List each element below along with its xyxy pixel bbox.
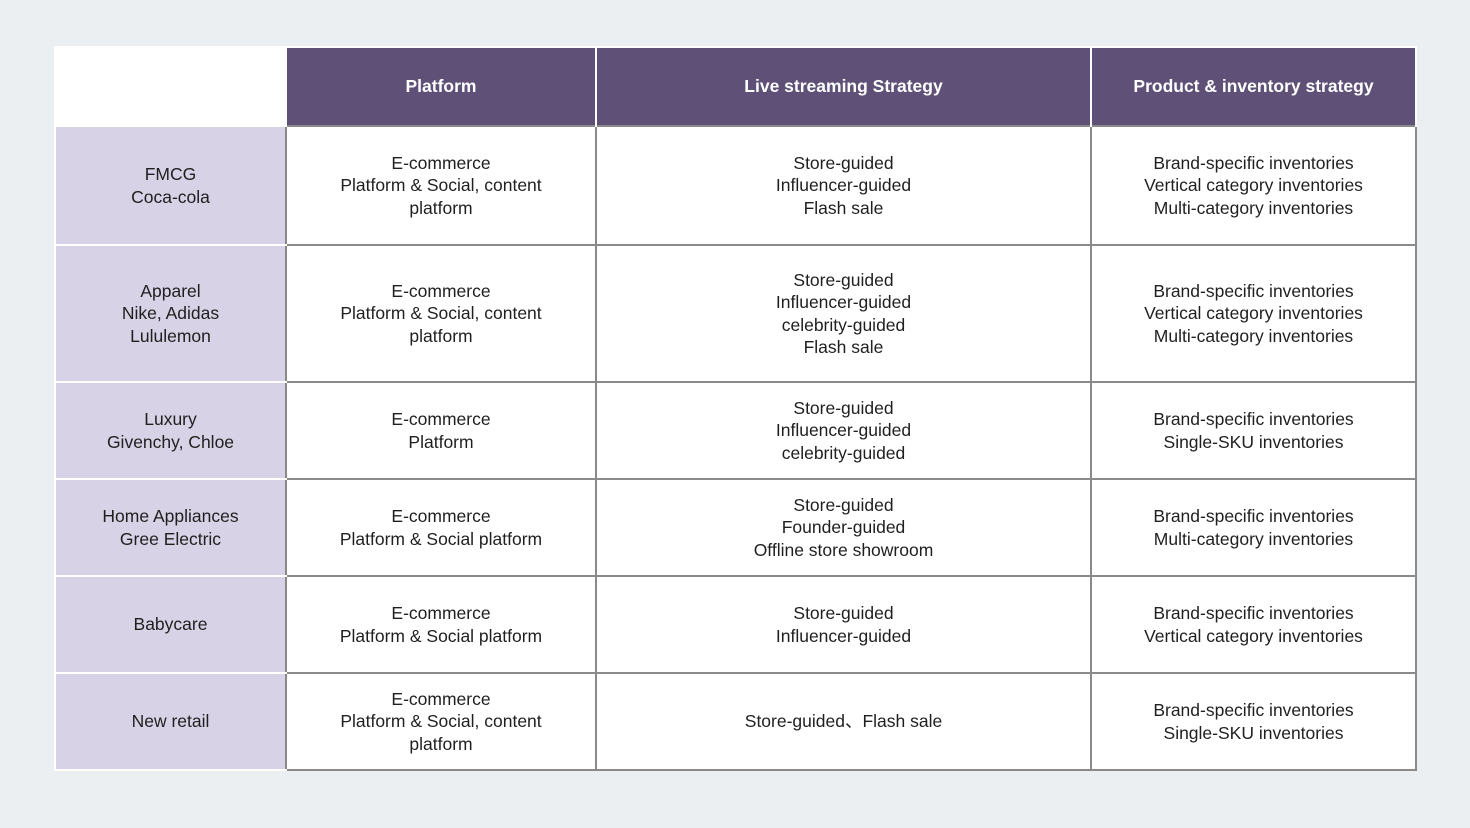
header-live-streaming-strategy: Live streaming Strategy (595, 46, 1092, 126)
cell-live-strategy: Store-guided Influencer-guided Flash sale (595, 125, 1092, 246)
cell-line: Vertical category inventories (1144, 303, 1363, 324)
row-category: Babycare (54, 575, 287, 674)
cell-line: Lululemon (130, 325, 211, 346)
cell-line: FMCG (144, 164, 197, 184)
cell-line: Offline store showroom (753, 539, 934, 560)
cell-line: E-commerce (391, 603, 491, 623)
cell-line: Platform & Social, content (340, 711, 542, 732)
cell-line: E-commerce (391, 280, 491, 301)
cell-live-strategy: Store-guided Influencer-guided celebrity-g… (595, 244, 1092, 383)
table-row: Apparel Nike, Adidas Lululemon E-commerce Pl… (54, 244, 1417, 383)
cell-line: Store-guided (793, 269, 894, 290)
cell-line: Store-guided (793, 397, 894, 418)
cell-inventory-strategy: Brand-specific inventories Multi-category… (1090, 478, 1417, 577)
cell-line: Store-guided (793, 603, 894, 623)
cell-line: Influencer-guided (775, 625, 912, 646)
table-row: FMCG Coca-cola E-commerce Platform & Social… (54, 125, 1417, 246)
row-category: Apparel Nike, Adidas Lululemon (54, 244, 287, 383)
cell-inventory-strategy: Brand-specific inventories Vertical categ… (1090, 575, 1417, 674)
cell-line: Flash sale (803, 337, 884, 357)
strategy-table-frame: Platform Live streaming Strategy Product… (54, 46, 1417, 771)
cell-inventory-strategy: Brand-specific inventories Vertical categ… (1090, 125, 1417, 246)
cell-line: Luxury (144, 409, 197, 429)
cell-platform: E-commerce Platform & Social platform (285, 478, 597, 577)
cell-line: Brand-specific inventories (1153, 603, 1354, 623)
cell-line: Vertical category inventories (1144, 175, 1363, 196)
cell-line: Brand-specific inventories (1153, 506, 1354, 526)
cell-line: Multi-category inventories (1153, 197, 1354, 218)
cell-live-strategy: Store-guided、Flash sale (595, 672, 1092, 771)
cell-line: Brand-specific inventories (1153, 280, 1354, 301)
cell-inventory-strategy: Brand-specific inventories Single-SKU inv… (1090, 381, 1417, 480)
cell-line: Brand-specific inventories (1153, 409, 1354, 429)
cell-line: Apparel (140, 280, 201, 301)
cell-line: Platform & Social platform (339, 625, 543, 646)
row-category: New retail (54, 672, 287, 771)
cell-line: Babycare (133, 614, 208, 635)
cell-line: Store-guided (793, 152, 894, 173)
table-row: New retail E-commerce Platform & Social, c… (54, 672, 1417, 771)
cell-platform: E-commerce Platform (285, 381, 597, 480)
cell-line: platform (409, 325, 473, 346)
cell-line: Platform & Social, content (340, 303, 542, 324)
cell-inventory-strategy: Brand-specific inventories Single-SKU inv… (1090, 672, 1417, 771)
cell-platform: E-commerce Platform & Social, content plat… (285, 244, 597, 383)
cell-line: Influencer-guided (775, 175, 912, 196)
cell-line: Nike, Adidas (121, 303, 220, 324)
cell-line: Brand-specific inventories (1153, 152, 1354, 173)
cell-platform: E-commerce Platform & Social platform (285, 575, 597, 674)
cell-line: Single-SKU inventories (1163, 722, 1344, 743)
cell-line: Vertical category inventories (1144, 625, 1363, 646)
header-product-inventory-strategy: Product & inventory strategy (1090, 46, 1417, 126)
cell-line: Gree Electric (119, 528, 222, 549)
cell-line: Platform & Social, content (340, 175, 542, 196)
table-row: Luxury Givenchy, Chloe E-commerce Platform S… (54, 381, 1417, 480)
header-corner (55, 47, 286, 126)
header-platform: Platform (285, 46, 597, 126)
cell-platform: E-commerce Platform & Social, content plat… (285, 125, 597, 246)
cell-line: Multi-category inventories (1153, 528, 1354, 549)
cell-line: Brand-specific inventories (1153, 700, 1354, 720)
cell-line: platform (409, 733, 473, 754)
cell-line: Single-SKU inventories (1163, 431, 1344, 452)
cell-line: Influencer-guided (775, 420, 912, 441)
row-category: FMCG Coca-cola (54, 125, 287, 246)
cell-live-strategy: Store-guided Founder-guided Offline store … (595, 478, 1092, 577)
table-row: Home Appliances Gree Electric E-commerce Pl… (54, 478, 1417, 577)
cell-line: Store-guided (793, 494, 894, 515)
cell-inventory-strategy: Brand-specific inventories Vertical categ… (1090, 244, 1417, 383)
cell-line: E-commerce (391, 506, 491, 526)
strategy-table: Platform Live streaming Strategy Product… (54, 46, 1417, 771)
cell-line: E-commerce (391, 409, 491, 429)
cell-line: Influencer-guided (775, 292, 912, 312)
cell-live-strategy: Store-guided Influencer-guided celebrity-g… (595, 381, 1092, 480)
cell-line: Coca-cola (131, 186, 210, 207)
cell-line: Flash sale (803, 197, 884, 218)
cell-line: Multi-category inventories (1153, 325, 1354, 346)
header-row: Platform Live streaming Strategy Product… (55, 46, 1417, 126)
cell-line: Founder-guided (781, 517, 906, 538)
cell-line: Platform & Social platform (339, 528, 543, 549)
cell-platform: E-commerce Platform & Social, content plat… (285, 672, 597, 771)
cell-line: E-commerce (391, 152, 491, 173)
cell-line: celebrity-guided (781, 314, 906, 335)
cell-line: platform (409, 197, 473, 218)
row-category: Home Appliances Gree Electric (54, 478, 287, 577)
cell-line: Givenchy, Chloe (106, 431, 235, 452)
cell-line: E-commerce (391, 688, 491, 709)
row-category: Luxury Givenchy, Chloe (54, 381, 287, 480)
cell-line: Platform (408, 431, 474, 452)
cell-line: New retail (131, 711, 210, 732)
cell-live-strategy: Store-guided Influencer-guided (595, 575, 1092, 674)
cell-line: celebrity-guided (781, 442, 906, 463)
cell-line: Store-guided、Flash sale (744, 711, 943, 732)
cell-line: Home Appliances (102, 506, 239, 526)
table-row: Babycare E-commerce Platform & Social plat… (54, 575, 1417, 674)
